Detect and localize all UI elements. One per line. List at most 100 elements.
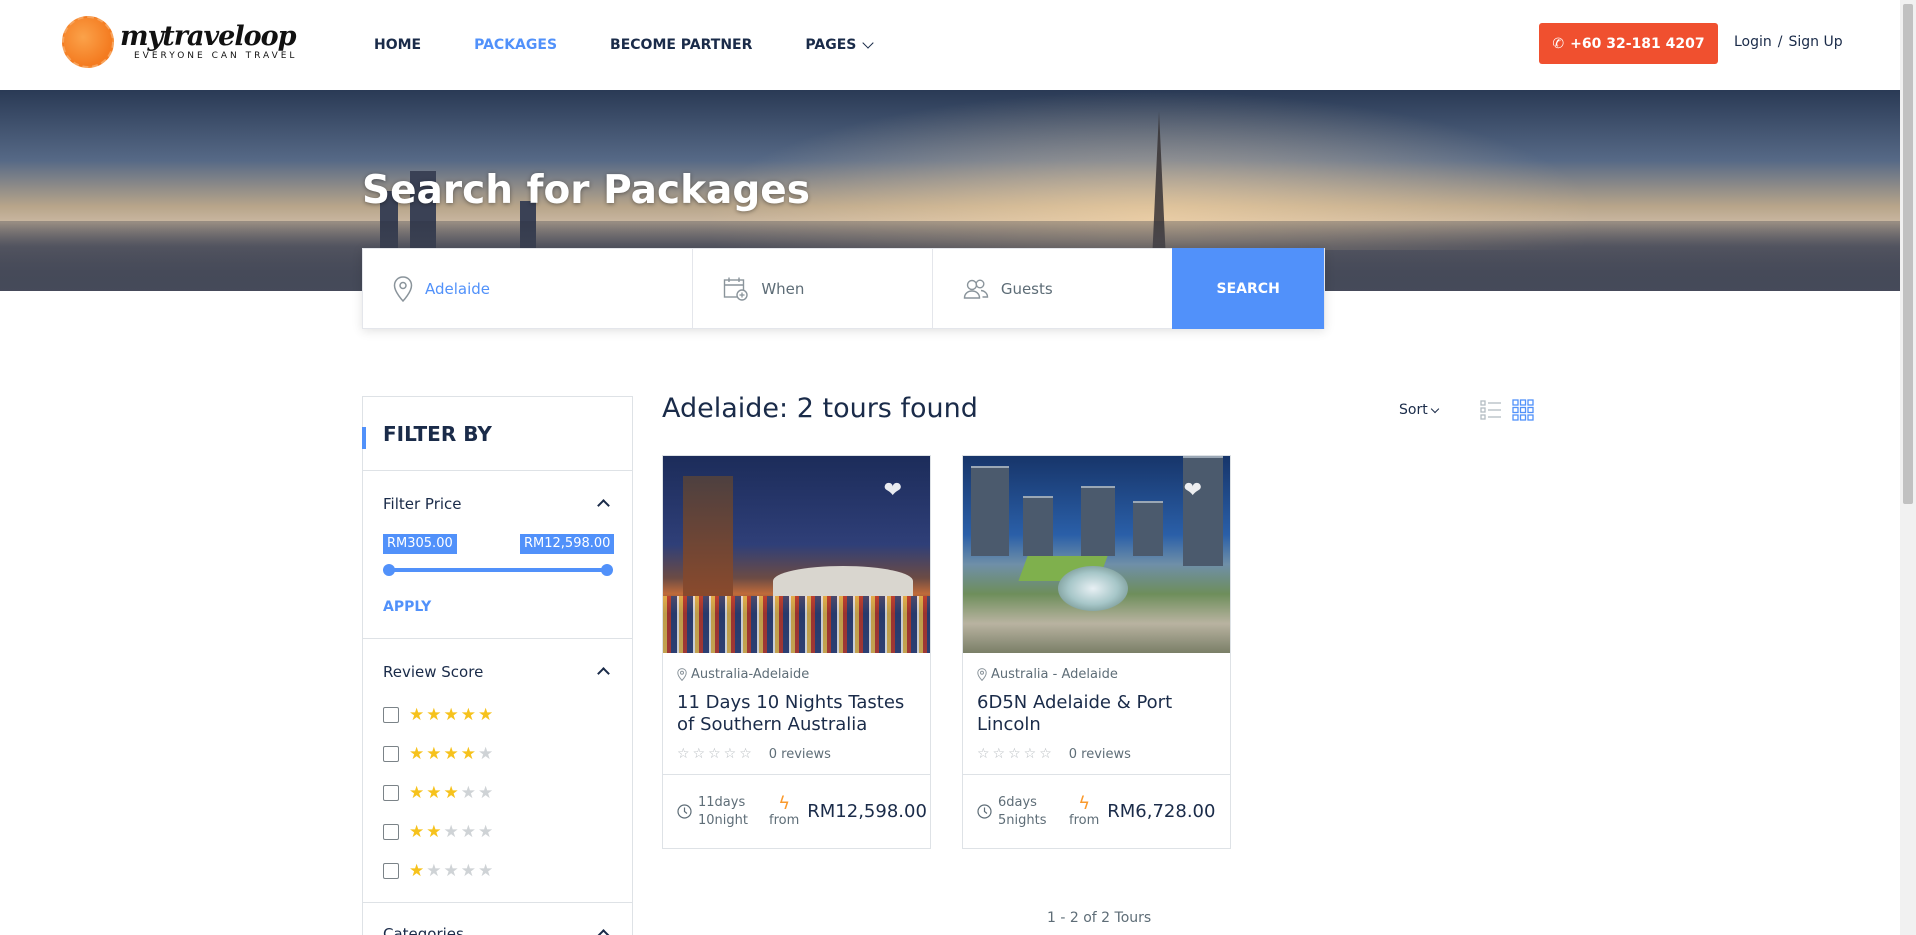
category-filter: Categories — [363, 903, 632, 935]
review-1-checkbox[interactable] — [383, 862, 399, 879]
review-option-2[interactable]: ★★★★★ — [383, 812, 612, 851]
phone-button[interactable]: ✆ +60 32-181 4207 — [1539, 23, 1718, 64]
tour-image-building — [971, 466, 1009, 556]
when-placeholder: When — [761, 279, 805, 298]
sort-dropdown[interactable]: Sort — [1399, 402, 1439, 418]
review-2-checkbox[interactable] — [383, 823, 399, 840]
tour-location-text: Australia-Adelaide — [691, 667, 810, 682]
map-pin-icon — [977, 668, 987, 681]
chevron-up-icon — [597, 667, 610, 680]
location-value: Adelaide — [425, 279, 491, 298]
nav-pages[interactable]: PAGES — [805, 36, 875, 53]
review-4-checkbox[interactable] — [383, 745, 399, 762]
tour-image-building — [1023, 496, 1053, 556]
grid-view-icon[interactable] — [1512, 399, 1534, 421]
tour-price: RM12,598.00 — [807, 801, 927, 822]
tour-reviews: ☆☆☆☆☆ 0 reviews — [677, 746, 916, 762]
site-header: mytraveloop EVERYONE CAN TRAVEL HOME PAC… — [0, 0, 1900, 90]
tour-nights: 10night — [698, 812, 748, 828]
tour-image-building — [1081, 486, 1115, 556]
map-pin-icon — [677, 668, 687, 681]
price-max-handle[interactable] — [601, 564, 613, 576]
signup-link[interactable]: Sign Up — [1789, 34, 1843, 50]
tour-card[interactable]: ❤ Australia - Adelaide 6D5N Adelaide & P… — [962, 455, 1231, 849]
price-range-slider[interactable] — [383, 564, 613, 576]
review-5-checkbox[interactable] — [383, 706, 399, 723]
review-option-3[interactable]: ★★★★★ — [383, 773, 612, 812]
review-3-checkbox[interactable] — [383, 784, 399, 801]
calendar-icon — [724, 277, 749, 301]
tour-days: 11days — [698, 794, 746, 810]
tour-image[interactable]: ❤ — [663, 456, 930, 653]
review-option-1[interactable]: ★★★★★ — [383, 851, 612, 890]
tour-image[interactable]: ❤ — [963, 456, 1230, 653]
nav-home[interactable]: HOME — [374, 37, 421, 53]
when-field[interactable]: When — [693, 249, 933, 328]
tour-duration: 6days 5nights — [977, 794, 1065, 830]
nav-become-partner[interactable]: BECOME PARTNER — [610, 37, 752, 53]
price-filter: Filter Price RM305.00 RM12,598.00 APPLY — [363, 471, 632, 639]
tour-price: RM6,728.00 — [1107, 801, 1216, 822]
tour-image-building — [683, 476, 733, 596]
scrollbar-thumb[interactable] — [1903, 4, 1913, 504]
chevron-up-icon — [597, 929, 610, 935]
heart-icon[interactable]: ❤ — [1184, 478, 1202, 503]
review-filter: Review Score ★★★★★ ★★★★★ ★★★★★ ★★★★★ ★★★… — [363, 639, 632, 903]
guests-field[interactable]: Guests — [933, 249, 1173, 328]
apply-price-button[interactable]: APPLY — [383, 599, 431, 615]
hero-title: Search for Packages — [362, 168, 810, 213]
tour-location: Australia - Adelaide — [977, 667, 1216, 682]
auth-links: Login / Sign Up — [1734, 34, 1843, 50]
review-count: 0 reviews — [1068, 746, 1131, 762]
tour-from: ϟ from — [1069, 793, 1099, 829]
clock-icon — [977, 804, 992, 819]
list-view-icon[interactable] — [1480, 399, 1502, 421]
login-link[interactable]: Login — [1734, 34, 1772, 50]
price-min-label: RM305.00 — [383, 534, 457, 554]
tour-image-reflection — [663, 596, 930, 653]
tour-footer: 11days 10night ϟ from RM12,598.00 — [663, 774, 930, 848]
star-rating-icons: ★★★★★ — [409, 860, 496, 881]
review-count: 0 reviews — [768, 746, 831, 762]
tour-title[interactable]: 11 Days 10 Nights Tastes of Southern Aus… — [677, 692, 916, 736]
tour-location: Australia-Adelaide — [677, 667, 916, 682]
star-rating-icons: ★★★★★ — [409, 821, 496, 842]
brand-tagline: EVERYONE CAN TRAVEL — [134, 51, 298, 61]
site-logo[interactable]: mytraveloop EVERYONE CAN TRAVEL — [62, 16, 297, 68]
tour-card[interactable]: ❤ Australia-Adelaide 11 Days 10 Nights T… — [662, 455, 931, 849]
review-option-4[interactable]: ★★★★★ — [383, 734, 612, 773]
pagination-summary: 1 - 2 of 2 Tours — [1047, 910, 1152, 926]
map-pin-icon — [393, 275, 413, 302]
price-min-handle[interactable] — [383, 564, 395, 576]
tour-image-bridge — [773, 566, 913, 596]
chevron-up-icon — [597, 499, 610, 512]
review-option-5[interactable]: ★★★★★ — [383, 695, 612, 734]
guests-placeholder: Guests — [1000, 279, 1053, 298]
tour-from: ϟ from — [769, 795, 799, 829]
empty-star-icons: ☆☆☆☆☆ — [977, 746, 1055, 762]
star-rating-icons: ★★★★★ — [409, 782, 496, 803]
price-filter-header[interactable]: Filter Price — [383, 471, 612, 527]
tour-nights: 5nights — [998, 812, 1047, 828]
tour-image-fountain — [1058, 566, 1128, 611]
filter-sidebar: FILTER BY Filter Price RM305.00 RM12,598… — [362, 396, 633, 935]
tour-footer: 6days 5nights ϟ from RM6,728.00 — [963, 774, 1230, 848]
star-rating-icons: ★★★★★ — [409, 743, 496, 764]
bolt-icon: ϟ — [1078, 793, 1091, 814]
phone-number: +60 32-181 4207 — [1570, 35, 1705, 52]
brand-name: mytraveloop — [120, 21, 296, 52]
phone-icon: ✆ — [1552, 35, 1565, 52]
auth-separator: / — [1777, 34, 1783, 50]
clock-icon — [677, 804, 692, 819]
tour-duration: 11days 10night — [677, 794, 765, 830]
review-filter-header[interactable]: Review Score — [383, 639, 612, 695]
heart-icon[interactable]: ❤ — [884, 478, 902, 503]
category-filter-header[interactable]: Categories — [383, 903, 612, 935]
location-field[interactable]: Adelaide — [363, 249, 694, 328]
search-button[interactable]: SEARCH — [1172, 248, 1324, 329]
page-scrollbar[interactable] — [1900, 0, 1916, 935]
tour-title[interactable]: 6D5N Adelaide & Port Lincoln — [977, 692, 1216, 736]
search-bar: Adelaide When Guests SEARCH — [362, 248, 1325, 329]
nav-packages[interactable]: PACKAGES — [474, 37, 557, 53]
sort-label: Sort — [1399, 402, 1428, 418]
